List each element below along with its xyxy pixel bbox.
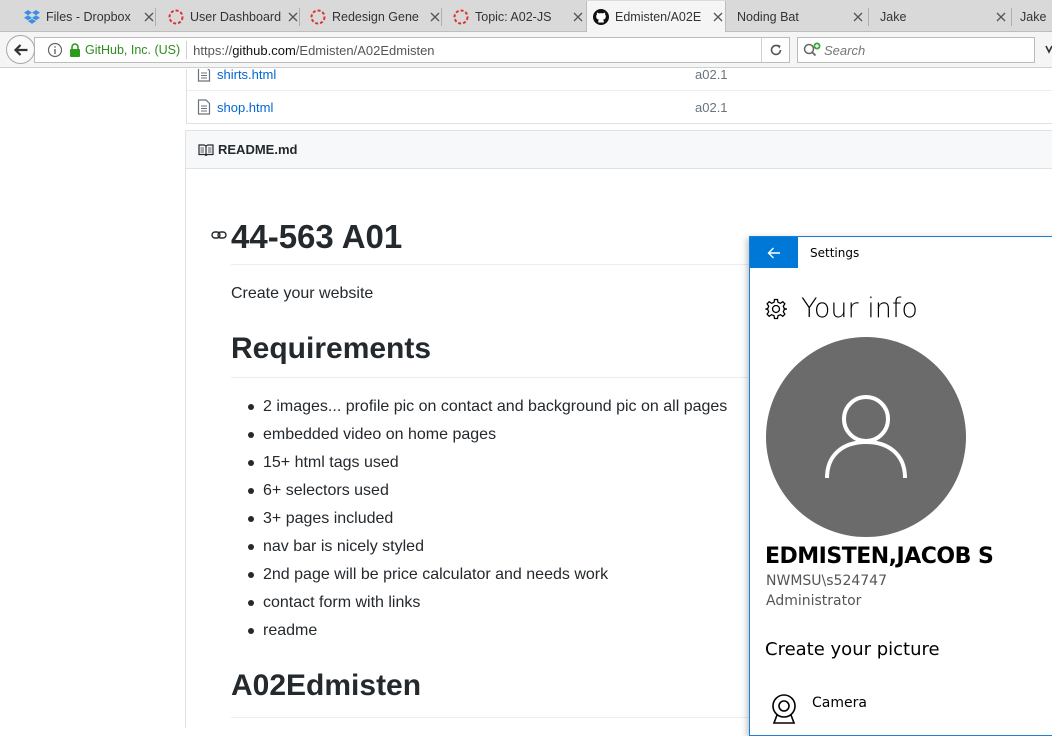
tab-label: Jake [1020, 10, 1047, 24]
close-icon[interactable] [142, 10, 156, 24]
close-icon[interactable] [286, 10, 300, 24]
close-icon[interactable] [711, 10, 725, 24]
search-input[interactable] [824, 42, 1024, 58]
settings-window: Settings Your info EDMISTEN,JACOB S NWMS… [749, 236, 1052, 736]
camera-label: Camera [812, 695, 867, 711]
user-role: Administrator [766, 593, 862, 609]
tab-label: User Dashboard [190, 10, 282, 24]
user-account: NWMSU\s524747 [766, 573, 887, 589]
tab-label: Topic: A02-JS [475, 10, 552, 24]
loading-icon [168, 9, 184, 25]
back-arrow-icon [767, 247, 780, 258]
file-icon [197, 99, 211, 115]
commit-message[interactable]: a02.1 [695, 100, 728, 115]
close-icon[interactable] [571, 10, 585, 24]
close-icon[interactable] [994, 10, 1008, 24]
gear-icon [765, 298, 787, 319]
list-item: embedded video on home pages [231, 425, 727, 453]
readme-title: 44-563 A01 [231, 218, 403, 255]
tab-label: Files - Dropbox [46, 10, 131, 24]
file-name-link[interactable]: shop.html [217, 100, 695, 115]
avatar [766, 337, 966, 537]
tab-dropbox[interactable]: Files - Dropbox [18, 2, 156, 32]
url-text[interactable]: https://github.com/Edmisten/A02Edmisten [193, 43, 761, 58]
tab-github[interactable]: Edmisten/A02E [586, 1, 726, 33]
file-row[interactable]: shop.html a02.1 [187, 90, 1052, 123]
tab-topic[interactable]: Topic: A02-JS [445, 2, 585, 32]
list-item: contact form with links [231, 593, 727, 621]
list-item: 2 images... profile pic on contact and b… [231, 397, 727, 425]
tab-user-dashboard[interactable]: User Dashboard [160, 2, 300, 32]
commit-message[interactable]: a02.1 [695, 69, 728, 82]
lock-icon [70, 43, 80, 57]
file-row[interactable]: shirts.html a02.1 [187, 69, 1052, 90]
settings-back-button[interactable] [750, 237, 798, 268]
list-item: 15+ html tags used [231, 453, 727, 481]
close-icon[interactable] [851, 10, 865, 24]
site-identity[interactable]: GitHub, Inc. (US) [85, 43, 180, 57]
tab-coding-bat[interactable]: Noding Bat [729, 2, 869, 32]
user-icon [825, 395, 907, 479]
list-item: 3+ pages included [231, 509, 727, 537]
camera-option[interactable]: Camera [768, 693, 867, 729]
book-icon [198, 143, 214, 156]
loading-icon [310, 9, 326, 25]
reload-button[interactable] [761, 38, 789, 62]
tab-label: Jake [880, 10, 907, 24]
settings-titlebar: Settings [750, 237, 1052, 268]
tab-redesign[interactable]: Redesign Gene [302, 2, 442, 32]
list-item: 2nd page will be price calculator and ne… [231, 565, 727, 593]
requirements-heading: Requirements [231, 332, 432, 365]
dropbox-icon [24, 9, 40, 25]
list-item: readme [231, 621, 727, 649]
create-picture-heading: Create your picture [765, 639, 940, 660]
info-icon[interactable] [47, 42, 63, 58]
page-title: Your info [801, 293, 918, 324]
file-name-link[interactable]: shirts.html [217, 69, 695, 82]
github-icon [593, 9, 609, 25]
list-item: nav bar is nicely styled [231, 537, 727, 565]
a02-heading: A02Edmisten [231, 669, 422, 702]
your-info-heading: Your info [765, 293, 918, 324]
file-list: shirts.html a02.1 shop.html a02.1 [186, 69, 1052, 124]
settings-title: Settings [810, 245, 860, 260]
back-button[interactable] [6, 35, 35, 64]
link-anchor-icon[interactable] [211, 229, 227, 241]
close-icon[interactable] [428, 10, 442, 24]
tab-label: Edmisten/A02E [615, 10, 702, 24]
requirements-list: 2 images... profile pic on contact and b… [231, 397, 727, 649]
file-icon [197, 69, 211, 82]
tab-strip: Files - Dropbox User Dashboard Redesign … [0, 0, 1052, 33]
camera-icon [772, 694, 796, 724]
navigation-bar: GitHub, Inc. (US) https://github.com/Edm… [0, 32, 1052, 68]
loading-icon [453, 9, 469, 25]
reload-icon [770, 44, 781, 56]
back-arrow-icon [13, 43, 27, 56]
readme-filename: README.md [218, 142, 298, 157]
tab-jake[interactable]: Jake [872, 2, 1012, 32]
readme-description: Create your website [231, 285, 374, 302]
user-name: EDMISTEN,JACOB S [765, 544, 994, 569]
address-bar[interactable]: GitHub, Inc. (US) https://github.com/Edm… [34, 37, 790, 63]
toolbar-overflow-icon[interactable] [1044, 42, 1052, 56]
search-icon [803, 42, 821, 57]
tab-label: Noding Bat [737, 10, 799, 24]
list-item: 6+ selectors used [231, 481, 727, 509]
tab-label: Redesign Gene [332, 10, 419, 24]
readme-header: README.md [186, 131, 1052, 169]
search-box[interactable] [797, 37, 1035, 63]
tab-jake-2[interactable]: Jake [1014, 2, 1052, 32]
